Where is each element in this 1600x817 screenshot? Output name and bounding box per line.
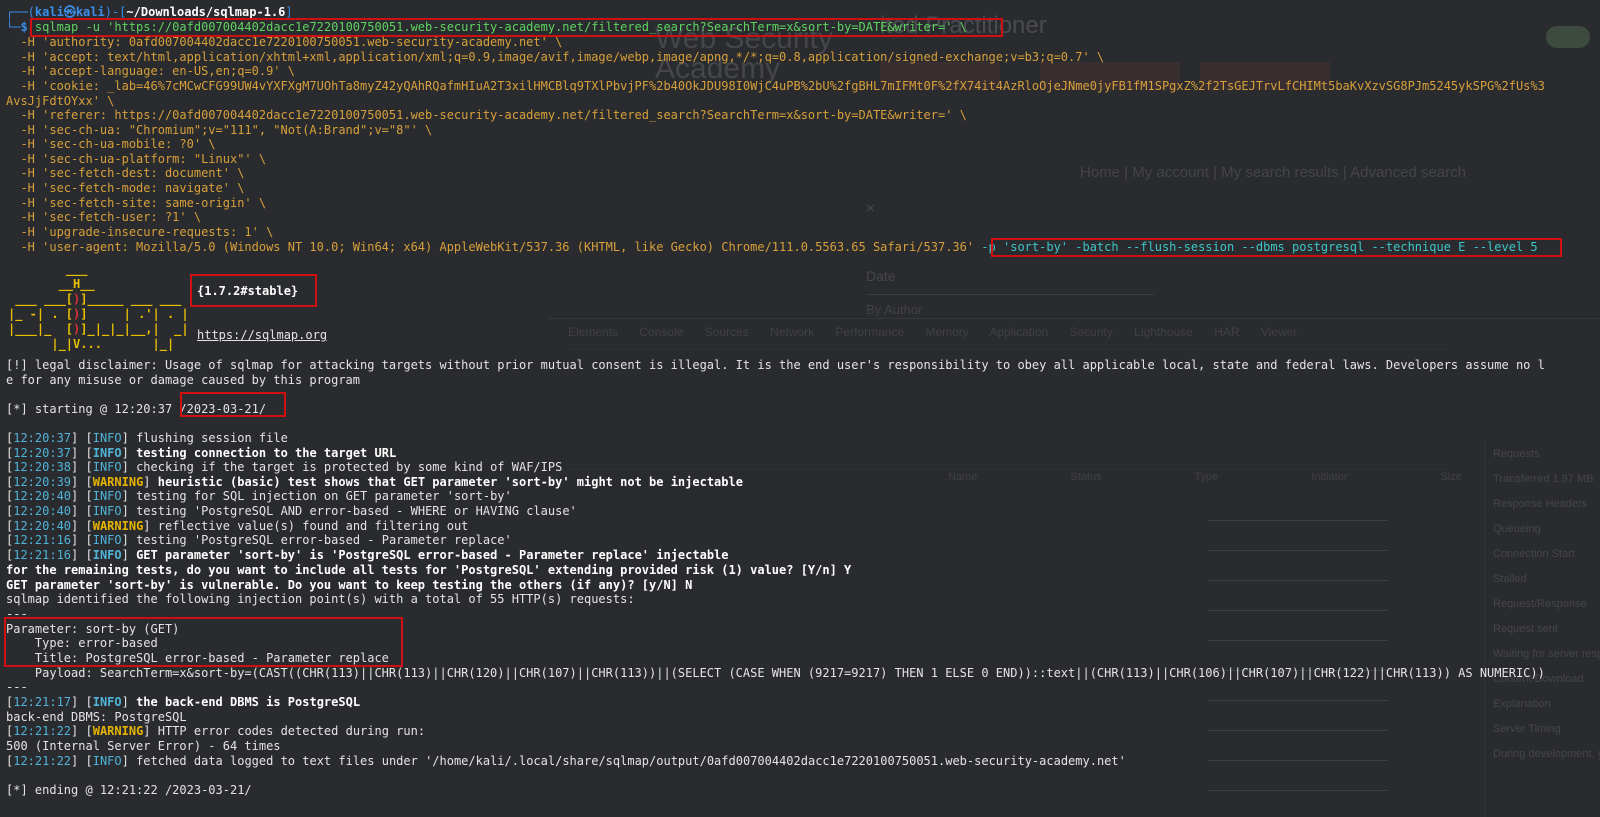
highlight-date (180, 392, 286, 417)
log-time: 12:20:39 (13, 474, 72, 489)
log-time: 12:20:40 (13, 518, 72, 533)
log-line: [12:20:39] [WARNING] heuristic (basic) t… (6, 474, 743, 489)
curl-header-line: -H 'sec-ch-ua: "Chromium";v="111", "Not(… (6, 123, 433, 137)
log-line: [12:21:22] [WARNING] HTTP error codes de… (6, 724, 426, 738)
log-message: fetched data logged to text files under … (136, 754, 1126, 768)
curl-header-line: -H 'accept-language: en-US,en;q=0.9' \ (6, 64, 295, 78)
log-line: [12:21:16] [INFO] GET parameter 'sort-by… (6, 547, 729, 562)
log-line: [12:21:17] [INFO] the back-end DBMS is P… (6, 695, 361, 709)
log-time: 12:21:16 (13, 547, 72, 562)
log-time: 12:20:38 (13, 460, 72, 475)
log-line: [12:20:37] [INFO] flushing session file (6, 431, 288, 445)
log-level: INFO (92, 445, 122, 460)
curl-header-line: AvsJjFdtOYxx' \ (6, 94, 115, 108)
log-time: 12:21:16 (13, 533, 72, 548)
log-line: [12:20:40] [WARNING] reflective value(s)… (6, 518, 469, 533)
log-message: testing connection to the target URL (136, 445, 397, 460)
log-level: INFO (92, 547, 122, 562)
website-line[interactable]: https://sqlmap.org (197, 328, 327, 343)
starting-text: [*] starting @ 12:20:37 (6, 402, 180, 416)
disclaimer-2: e for any misuse or damage caused by thi… (6, 373, 361, 387)
curl-header-line: -H 'authority: 0afd007004402dacc1e722010… (6, 35, 563, 49)
highlight-version (190, 274, 317, 307)
prompt-path: ~/Downloads/sqlmap-1.6 (126, 5, 286, 19)
curl-header-line: -H 'sec-ch-ua-platform: "Linux"' \ (6, 152, 267, 166)
log-message: HTTP error codes detected during run: (157, 724, 426, 738)
sqlmap-logo: ___ __H__ ___ ___[)]_____ ___ ___ |_ -| … (8, 262, 189, 351)
log-time: 12:21:17 (13, 695, 72, 709)
payload-line: Payload: SearchTerm=x&sort-by=(CAST((CHR… (6, 666, 1545, 680)
http-errors-line: 500 (Internal Server Error) - 64 times (6, 739, 281, 753)
log-message: flushing session file (136, 431, 288, 445)
curl-header-line: -H 'sec-fetch-user: ?1' \ (6, 210, 202, 224)
log-time: 12:20:40 (13, 504, 72, 518)
curl-header-line: -H 'cookie: _lab=46%7cMCwCFG99UW4vYXFXgM… (6, 79, 1545, 93)
log-level: INFO (92, 504, 122, 518)
log-level: WARNING (92, 474, 144, 489)
log-level: WARNING (92, 518, 144, 533)
ending-line: [*] ending @ 12:21:22 /2023-03-21/ (6, 783, 252, 797)
log-time: 12:20:40 (13, 489, 72, 504)
log-line: [12:20:40] [INFO] testing for SQL inject… (6, 489, 512, 504)
curl-header-line: -H 'sec-fetch-dest: document' \ (6, 166, 245, 180)
log-message: reflective value(s) found and filtering … (157, 518, 469, 533)
log-level: INFO (92, 754, 122, 768)
question-2: GET parameter 'sort-by' is vulnerable. D… (6, 578, 693, 592)
log-time: 12:21:22 (13, 724, 72, 738)
dbms-line: back-end DBMS: PostgreSQL (6, 710, 187, 724)
identified-line: sqlmap identified the following injectio… (6, 592, 635, 606)
log-level: INFO (92, 431, 122, 445)
log-level: INFO (92, 489, 122, 504)
log-line: [12:20:37] [INFO] testing connection to … (6, 445, 397, 460)
log-line: [12:21:16] [INFO] testing 'PostgreSQL er… (6, 533, 512, 548)
log-level: INFO (92, 460, 122, 475)
disclaimer-1: [!] legal disclaimer: Usage of sqlmap fo… (6, 358, 1545, 372)
log-line: [12:20:40] [INFO] testing 'PostgreSQL AN… (6, 504, 577, 518)
log-time: 12:21:22 (13, 754, 72, 768)
prompt-host: kali (75, 5, 105, 19)
log-level: INFO (92, 695, 122, 709)
log-time: 12:20:37 (13, 445, 72, 460)
highlight-parameter (4, 617, 403, 667)
prompt-user: kali (34, 5, 64, 19)
separator-2: --- (6, 680, 28, 694)
log-level: INFO (92, 533, 122, 548)
highlight-options (991, 238, 1562, 257)
terminal-window[interactable]: ┌──(kali㉿kali)-[~/Downloads/sqlmap-1.6] … (0, 0, 1600, 817)
curl-header-line: -H 'upgrade-insecure-requests: 1' \ (6, 225, 274, 239)
sqlmap-website-link[interactable]: https://sqlmap.org (197, 328, 327, 342)
curl-header-line: -H 'sec-fetch-mode: navigate' \ (6, 181, 245, 195)
log-message: checking if the target is protected by s… (136, 460, 563, 475)
log-message: heuristic (basic) test shows that GET pa… (157, 474, 743, 489)
log-level: WARNING (92, 724, 144, 738)
question-1: for the remaining tests, do you want to … (6, 563, 852, 577)
curl-header-line: -H 'sec-fetch-site: same-origin' \ (6, 196, 267, 210)
log-line: [12:21:22] [INFO] fetched data logged to… (6, 754, 1126, 768)
log-message: the back-end DBMS is PostgreSQL (136, 695, 361, 709)
log-message: testing 'PostgreSQL AND error-based - WH… (136, 504, 577, 518)
log-message: testing 'PostgreSQL error-based - Parame… (136, 533, 512, 548)
curl-header-line: -H 'sec-ch-ua-mobile: ?0' \ (6, 137, 216, 151)
log-message: GET parameter 'sort-by' is 'PostgreSQL e… (136, 547, 729, 562)
log-time: 12:20:37 (13, 431, 72, 445)
log-message: testing for SQL injection on GET paramet… (136, 489, 512, 504)
curl-header-line: -H 'referer: https://0afd007004402dacc1e… (6, 108, 967, 122)
curl-header-line: -H 'accept: text/html,application/xhtml+… (6, 50, 1105, 64)
log-line: [12:20:38] [INFO] checking if the target… (6, 460, 563, 475)
